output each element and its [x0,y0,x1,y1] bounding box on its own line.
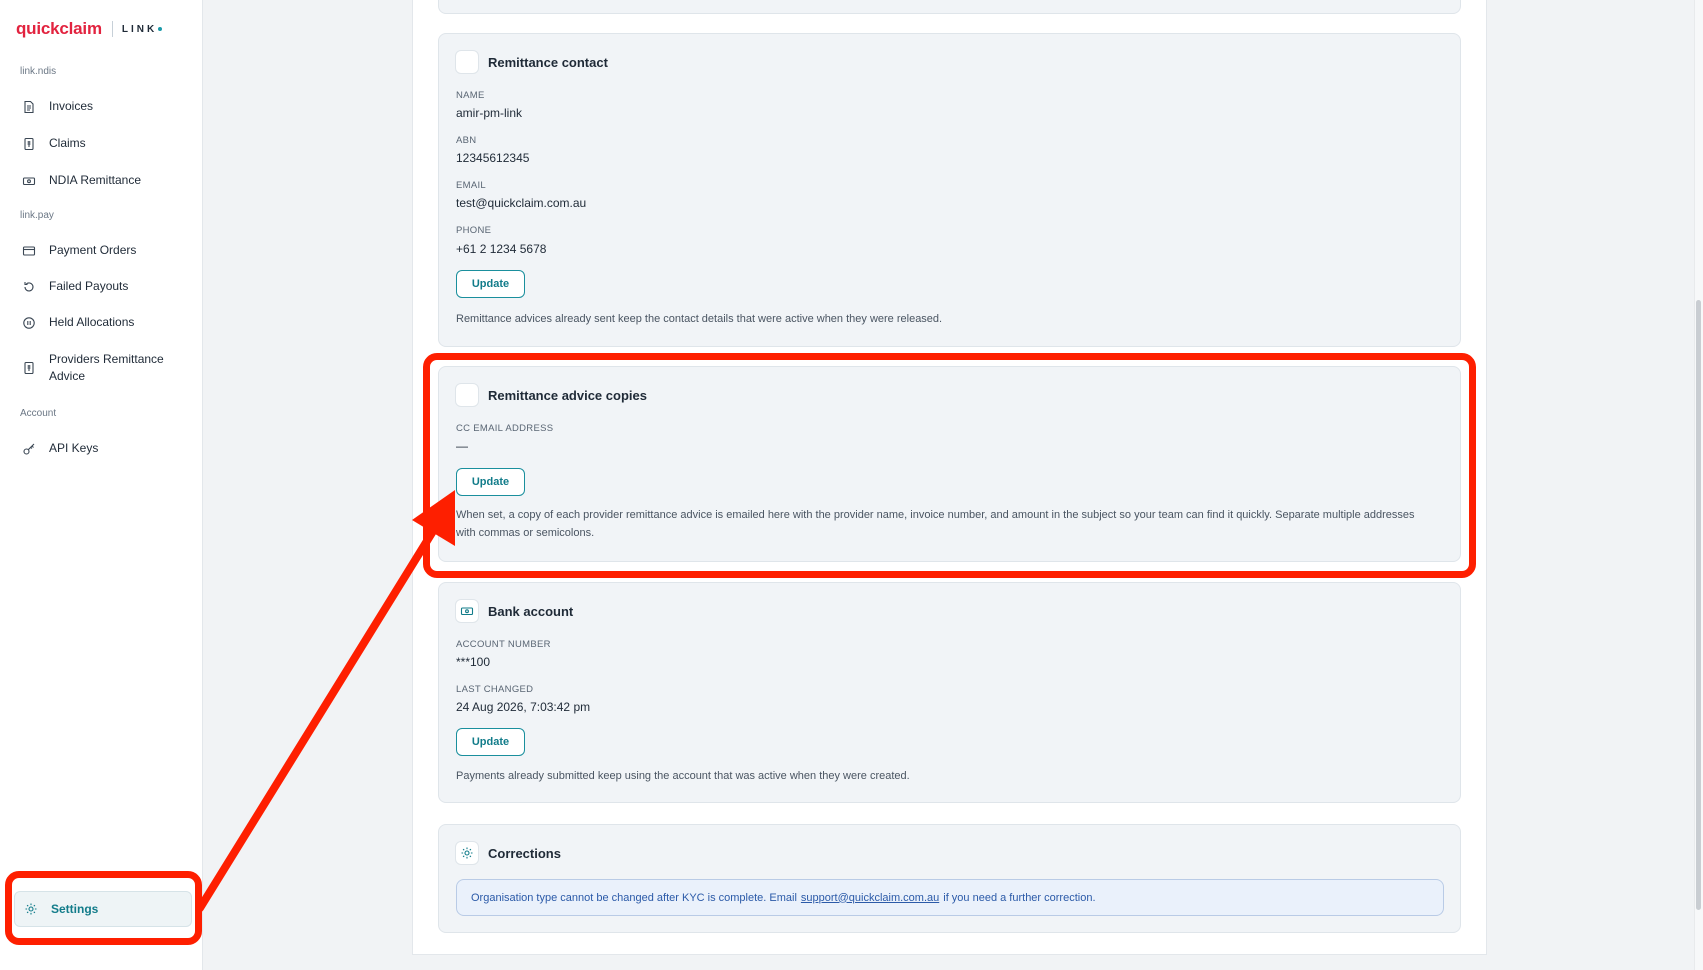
card-clipped-top [438,0,1461,14]
email-label: EMAIL [456,180,487,191]
card-header: Bank account [455,599,573,623]
cash-icon [455,599,479,623]
card-note: Remittance advices already sent keep the… [456,313,943,325]
abn-value: 12345612345 [456,151,530,165]
abn-label: ABN [456,135,477,146]
key-icon [22,442,36,456]
sidebar-item-claims[interactable]: Claims [14,131,190,156]
sidebar: quickclaim LINK link.ndis Invoices Claim… [0,0,203,970]
name-label: NAME [456,90,485,101]
sidebar-item-label: Failed Payouts [49,279,129,293]
contact-icon [455,50,479,74]
cash-icon [22,174,36,188]
retry-icon [22,280,36,294]
credit-card-icon [22,244,36,258]
support-email-link[interactable]: support@quickclaim.com.au [801,892,939,904]
card-title: Bank account [488,603,574,619]
card-title: Corrections [488,845,561,861]
document-icon [22,100,36,114]
card-header: Remittance contact [455,50,608,74]
update-remittance-contact-button[interactable]: Update [456,270,525,298]
sidebar-item-label: Claims [49,136,86,150]
sidebar-item-ndia-remittance[interactable]: NDIA Remittance [14,168,190,193]
nav-section-account: Account [20,408,57,419]
annotation-highlight-copies [423,353,1476,578]
card-remittance-contact: Remittance contact NAME amir-pm-link ABN… [438,33,1461,347]
info-text-after: if you need a further correction. [943,891,1096,904]
card-title: Remittance contact [488,54,608,70]
email-value: test@quickclaim.com.au [456,196,587,210]
sidebar-item-api-keys[interactable]: API Keys [14,436,190,461]
sidebar-item-providers-remittance-advice[interactable]: Providers Remittance Advice [14,347,190,389]
nav-section-link-ndis: link.ndis [20,66,57,77]
brand-separator [111,21,113,37]
brand-logo[interactable]: quickclaim LINK [16,18,163,40]
sidebar-item-failed-payouts[interactable]: Failed Payouts [14,274,190,299]
sidebar-item-label: Payment Orders [49,243,137,257]
card-bank-account: Bank account ACCOUNT NUMBER ***100 LAST … [438,582,1461,803]
scrollbar-thumb[interactable] [1696,300,1701,910]
card-note: Payments already submitted keep using th… [456,770,910,782]
phone-value: +61 2 1234 5678 [456,242,547,256]
sidebar-item-label: Providers Remittance Advice [49,352,164,383]
receipt-icon [22,137,36,151]
card-corrections: Corrections Organisation type cannot be … [438,824,1461,933]
card-header: Corrections [455,841,561,865]
brand-dot [158,27,163,31]
gear-icon [455,841,479,865]
sidebar-item-label: API Keys [49,441,99,455]
sidebar-item-label: NDIA Remittance [49,173,142,187]
last-changed-label: LAST CHANGED [456,684,534,695]
account-number-label: ACCOUNT NUMBER [456,639,551,650]
update-bank-account-button[interactable]: Update [456,728,525,756]
corrections-info-box: Organisation type cannot be changed afte… [456,879,1444,916]
receipt-icon [22,361,36,375]
phone-label: PHONE [456,225,492,236]
info-text-before: Organisation type cannot be changed afte… [471,891,797,904]
sidebar-item-label: Invoices [49,99,94,113]
brand-product: LINK [121,23,158,35]
sidebar-item-payment-orders[interactable]: Payment Orders [14,238,190,263]
nav-section-link-pay: link.pay [20,210,54,221]
last-changed-value: 24 Aug 2026, 7:03:42 pm [456,700,591,714]
account-number-value: ***100 [456,655,491,669]
sidebar-item-invoices[interactable]: Invoices [14,94,190,119]
sidebar-item-held-allocations[interactable]: Held Allocations [14,310,190,335]
pause-circle-icon [22,316,36,330]
name-value: amir-pm-link [456,106,522,120]
brand-name: quickclaim [16,19,102,38]
sidebar-item-label: Held Allocations [49,315,135,329]
annotation-highlight-settings [5,871,202,945]
annotation-arrow-shaft [196,524,439,912]
